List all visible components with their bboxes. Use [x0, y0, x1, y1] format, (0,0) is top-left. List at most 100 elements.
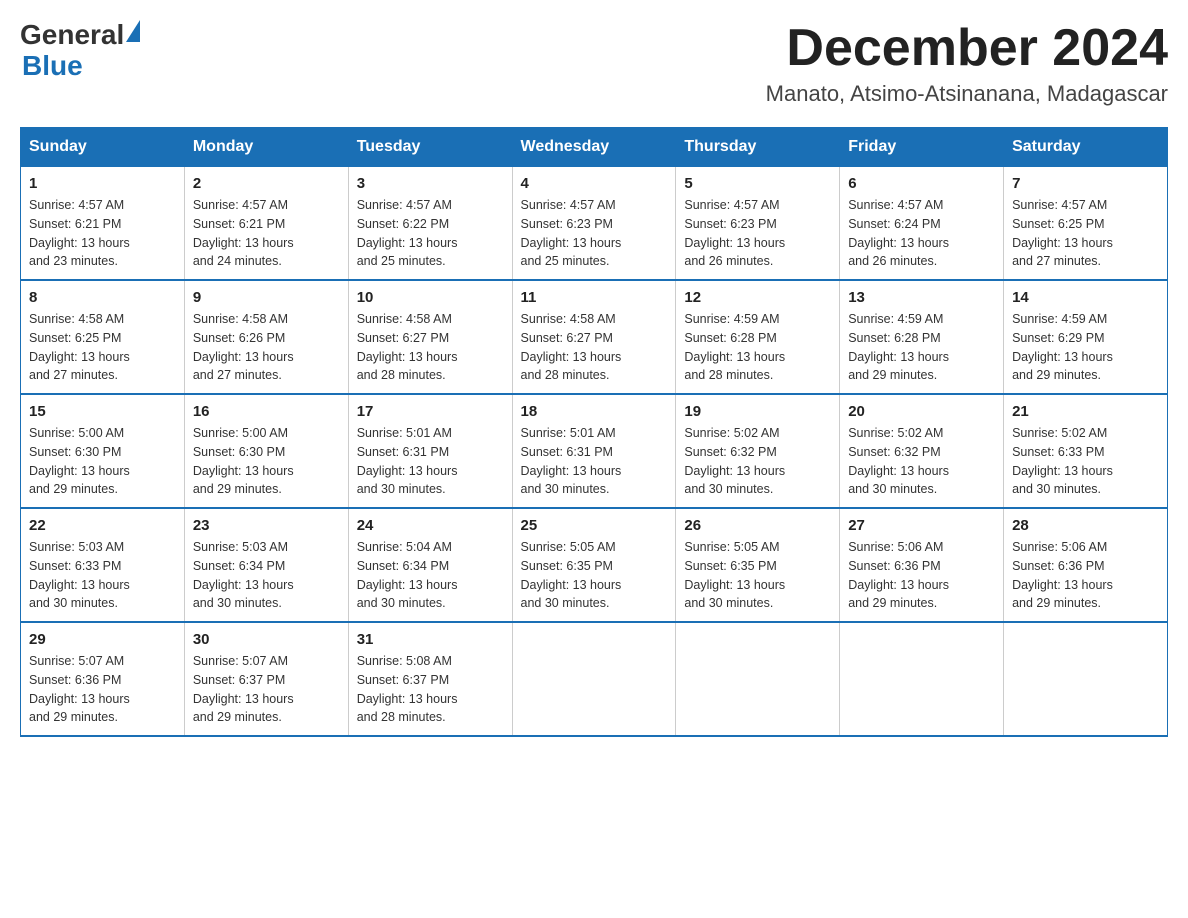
week-row-4: 22Sunrise: 5:03 AMSunset: 6:33 PMDayligh… [21, 508, 1168, 622]
day-number: 31 [357, 631, 504, 648]
day-number: 1 [29, 175, 176, 192]
day-number: 12 [684, 289, 831, 306]
day-cell: 19 Sunrise: 5:02 AMSunset: 6:32 PMDayligh… [676, 394, 840, 508]
logo-blue-text: Blue [20, 51, 140, 82]
day-info: Sunrise: 5:00 AMSunset: 6:30 PMDaylight:… [193, 424, 340, 499]
day-number: 4 [521, 175, 668, 192]
day-number: 8 [29, 289, 176, 306]
day-number: 17 [357, 403, 504, 420]
week-row-2: 8Sunrise: 4:58 AMSunset: 6:25 PMDaylight… [21, 280, 1168, 394]
day-info: Sunrise: 5:02 AMSunset: 6:33 PMDaylight:… [1012, 424, 1159, 499]
calendar-header-row: SundayMondayTuesdayWednesdayThursdayFrid… [21, 128, 1168, 167]
week-row-3: 15Sunrise: 5:00 AMSunset: 6:30 PMDayligh… [21, 394, 1168, 508]
day-cell: 6 Sunrise: 4:57 AMSunset: 6:24 PMDaylight… [840, 167, 1004, 281]
day-info: Sunrise: 5:06 AMSunset: 6:36 PMDaylight:… [1012, 538, 1159, 613]
day-number: 21 [1012, 403, 1159, 420]
day-cell: 10 Sunrise: 4:58 AMSunset: 6:27 PMDayligh… [348, 280, 512, 394]
day-cell: 12 Sunrise: 4:59 AMSunset: 6:28 PMDayligh… [676, 280, 840, 394]
title-section: December 2024 Manato, Atsimo-Atsinanana,… [766, 20, 1168, 107]
logo-line1: General [20, 20, 140, 51]
day-cell [1004, 622, 1168, 736]
day-info: Sunrise: 4:57 AMSunset: 6:25 PMDaylight:… [1012, 196, 1159, 271]
day-number: 19 [684, 403, 831, 420]
day-cell: 20 Sunrise: 5:02 AMSunset: 6:32 PMDayligh… [840, 394, 1004, 508]
day-cell [512, 622, 676, 736]
col-header-monday: Monday [184, 128, 348, 167]
day-number: 13 [848, 289, 995, 306]
day-info: Sunrise: 5:01 AMSunset: 6:31 PMDaylight:… [521, 424, 668, 499]
day-cell: 8Sunrise: 4:58 AMSunset: 6:25 PMDaylight… [21, 280, 185, 394]
day-info: Sunrise: 4:57 AMSunset: 6:24 PMDaylight:… [848, 196, 995, 271]
day-cell: 17 Sunrise: 5:01 AMSunset: 6:31 PMDayligh… [348, 394, 512, 508]
day-cell: 21 Sunrise: 5:02 AMSunset: 6:33 PMDayligh… [1004, 394, 1168, 508]
day-cell: 4 Sunrise: 4:57 AMSunset: 6:23 PMDaylight… [512, 167, 676, 281]
day-number: 24 [357, 517, 504, 534]
day-cell: 23Sunrise: 5:03 AMSunset: 6:34 PMDayligh… [184, 508, 348, 622]
day-number: 11 [521, 289, 668, 306]
day-info: Sunrise: 5:06 AMSunset: 6:36 PMDaylight:… [848, 538, 995, 613]
day-cell: 24 Sunrise: 5:04 AMSunset: 6:34 PMDayligh… [348, 508, 512, 622]
day-info: Sunrise: 5:01 AMSunset: 6:31 PMDaylight:… [357, 424, 504, 499]
week-row-5: 29Sunrise: 5:07 AMSunset: 6:36 PMDayligh… [21, 622, 1168, 736]
day-info: Sunrise: 5:00 AMSunset: 6:30 PMDaylight:… [29, 424, 176, 499]
day-cell: 5Sunrise: 4:57 AMSunset: 6:23 PMDaylight… [676, 167, 840, 281]
day-cell: 25Sunrise: 5:05 AMSunset: 6:35 PMDayligh… [512, 508, 676, 622]
col-header-saturday: Saturday [1004, 128, 1168, 167]
day-number: 22 [29, 517, 176, 534]
day-cell: 13Sunrise: 4:59 AMSunset: 6:28 PMDayligh… [840, 280, 1004, 394]
day-cell: 3 Sunrise: 4:57 AMSunset: 6:22 PMDaylight… [348, 167, 512, 281]
logo-triangle-icon [126, 20, 140, 42]
col-header-thursday: Thursday [676, 128, 840, 167]
day-number: 20 [848, 403, 995, 420]
day-cell: 15Sunrise: 5:00 AMSunset: 6:30 PMDayligh… [21, 394, 185, 508]
day-number: 2 [193, 175, 340, 192]
col-header-friday: Friday [840, 128, 1004, 167]
day-cell [840, 622, 1004, 736]
week-row-1: 1 Sunrise: 4:57 AMSunset: 6:21 PMDaylight… [21, 167, 1168, 281]
day-number: 27 [848, 517, 995, 534]
day-cell: 1 Sunrise: 4:57 AMSunset: 6:21 PMDaylight… [21, 167, 185, 281]
col-header-tuesday: Tuesday [348, 128, 512, 167]
day-info: Sunrise: 4:58 AMSunset: 6:27 PMDaylight:… [357, 310, 504, 385]
day-cell: 31 Sunrise: 5:08 AMSunset: 6:37 PMDayligh… [348, 622, 512, 736]
col-header-wednesday: Wednesday [512, 128, 676, 167]
day-info: Sunrise: 5:08 AMSunset: 6:37 PMDaylight:… [357, 652, 504, 727]
day-info: Sunrise: 5:05 AMSunset: 6:35 PMDaylight:… [521, 538, 668, 613]
day-cell: 30 Sunrise: 5:07 AMSunset: 6:37 PMDayligh… [184, 622, 348, 736]
day-number: 26 [684, 517, 831, 534]
day-info: Sunrise: 5:07 AMSunset: 6:37 PMDaylight:… [193, 652, 340, 727]
day-info: Sunrise: 4:57 AMSunset: 6:22 PMDaylight:… [357, 196, 504, 271]
day-info: Sunrise: 4:58 AMSunset: 6:26 PMDaylight:… [193, 310, 340, 385]
day-cell: 28Sunrise: 5:06 AMSunset: 6:36 PMDayligh… [1004, 508, 1168, 622]
day-cell: 27 Sunrise: 5:06 AMSunset: 6:36 PMDayligh… [840, 508, 1004, 622]
day-info: Sunrise: 4:59 AMSunset: 6:29 PMDaylight:… [1012, 310, 1159, 385]
day-info: Sunrise: 4:58 AMSunset: 6:27 PMDaylight:… [521, 310, 668, 385]
day-number: 3 [357, 175, 504, 192]
day-cell: 29Sunrise: 5:07 AMSunset: 6:36 PMDayligh… [21, 622, 185, 736]
logo: General Blue [20, 20, 140, 82]
day-info: Sunrise: 4:59 AMSunset: 6:28 PMDaylight:… [684, 310, 831, 385]
calendar-table: SundayMondayTuesdayWednesdayThursdayFrid… [20, 127, 1168, 737]
logo-wrapper: General Blue [20, 20, 140, 82]
day-info: Sunrise: 5:05 AMSunset: 6:35 PMDaylight:… [684, 538, 831, 613]
day-number: 14 [1012, 289, 1159, 306]
day-cell [676, 622, 840, 736]
day-number: 30 [193, 631, 340, 648]
day-cell: 14 Sunrise: 4:59 AMSunset: 6:29 PMDayligh… [1004, 280, 1168, 394]
day-info: Sunrise: 5:02 AMSunset: 6:32 PMDaylight:… [684, 424, 831, 499]
day-info: Sunrise: 5:04 AMSunset: 6:34 PMDaylight:… [357, 538, 504, 613]
day-info: Sunrise: 4:57 AMSunset: 6:23 PMDaylight:… [521, 196, 668, 271]
day-number: 6 [848, 175, 995, 192]
day-info: Sunrise: 4:57 AMSunset: 6:21 PMDaylight:… [29, 196, 176, 271]
day-cell: 26 Sunrise: 5:05 AMSunset: 6:35 PMDayligh… [676, 508, 840, 622]
day-info: Sunrise: 5:07 AMSunset: 6:36 PMDaylight:… [29, 652, 176, 727]
day-info: Sunrise: 5:02 AMSunset: 6:32 PMDaylight:… [848, 424, 995, 499]
day-cell: 11 Sunrise: 4:58 AMSunset: 6:27 PMDayligh… [512, 280, 676, 394]
day-cell: 9Sunrise: 4:58 AMSunset: 6:26 PMDaylight… [184, 280, 348, 394]
location-title: Manato, Atsimo-Atsinanana, Madagascar [766, 81, 1168, 107]
day-cell: 22Sunrise: 5:03 AMSunset: 6:33 PMDayligh… [21, 508, 185, 622]
page-header: General Blue December 2024 Manato, Atsim… [20, 20, 1168, 107]
day-info: Sunrise: 5:03 AMSunset: 6:34 PMDaylight:… [193, 538, 340, 613]
day-number: 5 [684, 175, 831, 192]
day-number: 10 [357, 289, 504, 306]
